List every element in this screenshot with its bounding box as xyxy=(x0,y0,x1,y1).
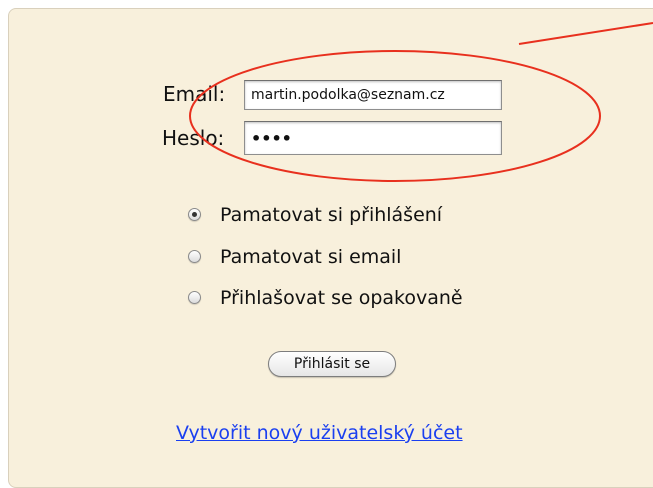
password-label: Heslo: xyxy=(162,126,225,150)
radio-login-repeatedly[interactable] xyxy=(188,291,201,304)
login-button[interactable]: Přihlásit se xyxy=(268,351,396,377)
radio-selected-dot xyxy=(192,212,197,217)
radio-remember-login[interactable] xyxy=(188,208,201,221)
option-label: Pamatovat si email xyxy=(220,246,402,268)
create-account-link[interactable]: Vytvořit nový uživatelský účet xyxy=(176,421,463,445)
radio-remember-email[interactable] xyxy=(188,250,201,263)
option-label: Pamatovat si přihlášení xyxy=(220,204,443,226)
password-field[interactable] xyxy=(244,121,502,155)
email-field[interactable] xyxy=(244,80,502,110)
option-label: Přihlašovat se opakovaně xyxy=(220,287,463,309)
email-label: Email: xyxy=(163,82,226,106)
